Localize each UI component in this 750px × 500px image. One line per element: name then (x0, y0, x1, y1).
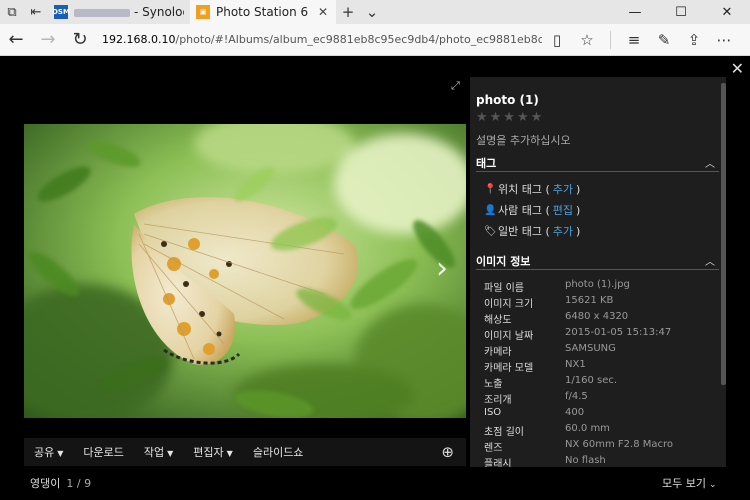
rating-stars[interactable]: ★★★★★ (476, 110, 544, 125)
refresh-icon[interactable]: ↻ (64, 24, 96, 56)
caret-down-icon: ▼ (57, 449, 64, 458)
info-row: 카메라 SAMSUNG (484, 343, 616, 358)
view-all-button[interactable]: 모두 보기 ⌄ (662, 475, 717, 491)
info-row: 조리개 f/4.5 (484, 391, 588, 406)
info-row: 이미지 크기 15621 KB (484, 295, 614, 310)
person-icon: 👤 (484, 204, 497, 216)
slideshow-button[interactable]: 슬라이드쇼 (243, 444, 314, 460)
reading-view-icon[interactable]: ▯ (542, 24, 572, 56)
maximize-icon[interactable]: ☐ (658, 0, 704, 24)
image-info-section-header[interactable]: 이미지 정보 ︿ (476, 252, 719, 270)
photo-image[interactable] (24, 124, 466, 418)
caret-down-icon: ▼ (167, 449, 174, 458)
info-row: 렌즈 NX 60mm F2.8 Macro (484, 439, 673, 454)
info-row: 카메라 모델 NX1 (484, 359, 586, 374)
back-icon[interactable]: ← (0, 24, 32, 56)
share-icon[interactable]: ⇪ (679, 24, 709, 56)
chevron-down-icon: ⌄ (708, 480, 717, 490)
tab-title: - Synology DiskSt (134, 5, 184, 19)
more-icon[interactable]: ⋯ (709, 24, 739, 56)
photo-viewer: ✕ ⤢ › 공유 ▼ 다운로드 작업 ▼ 편집자 ▼ 슬라이드쇼 ⊕ 영댕이 1… (0, 57, 750, 500)
edit-people-tag-link[interactable]: 편집 (553, 202, 573, 218)
info-row: 초점 길이 60.0 mm (484, 423, 610, 438)
dsm-favicon-icon: DSM (52, 5, 70, 19)
share-menu-button[interactable]: 공유 ▼ (24, 444, 73, 460)
tab-title: Photo Station 6 (216, 5, 309, 19)
info-row: ISO 400 (484, 407, 585, 418)
tag-icon: 🏷 (484, 225, 497, 237)
tags-section-header[interactable]: 태그 ︿ (476, 154, 719, 172)
panel-scrollbar[interactable] (721, 83, 726, 385)
blurred-text (74, 8, 130, 17)
favorite-star-icon[interactable]: ☆ (572, 24, 602, 56)
new-tab-icon[interactable]: + (336, 0, 360, 24)
close-viewer-icon[interactable]: ✕ (731, 59, 744, 78)
minimize-icon[interactable]: — (612, 0, 658, 24)
close-window-icon[interactable]: ✕ (704, 0, 750, 24)
address-bar: ← → ↻ 192.168.0.10/photo/#!Albums/album_… (0, 24, 750, 56)
info-panel: photo (1) ★★★★★ 설명을 추가하십시오 태그 ︿ 📍 위치 태그 … (470, 77, 726, 467)
chevron-up-icon[interactable]: ︿ (705, 253, 715, 268)
tab-synology-diskstation[interactable]: DSM - Synology DiskSt (48, 0, 190, 24)
tab-manager-icon[interactable]: ⧉ (0, 0, 24, 24)
info-row: 노출 1/160 sec. (484, 375, 618, 390)
photo-title: photo (1) (476, 93, 539, 107)
viewer-toolbar: 공유 ▼ 다운로드 작업 ▼ 편집자 ▼ 슬라이드쇼 ⊕ (24, 438, 466, 466)
forward-icon[interactable]: → (32, 24, 64, 56)
add-general-tag-link[interactable]: 추가 (553, 223, 573, 239)
set-aside-tabs-icon[interactable]: ⇤ (24, 0, 48, 24)
browser-tab-bar: ⧉ ⇤ DSM - Synology DiskSt ▣ Photo Statio… (0, 0, 750, 24)
chevron-up-icon[interactable]: ︿ (705, 155, 715, 170)
hub-menu-icon[interactable]: ≡ (619, 24, 649, 56)
url-field[interactable]: 192.168.0.10/photo/#!Albums/album_ec9881… (102, 33, 542, 46)
general-tag-row: 🏷 일반 태그 (추가) (484, 223, 581, 239)
people-tag-row: 👤 사람 태그 (편집) (484, 202, 581, 218)
zoom-in-icon[interactable]: ⊕ (441, 443, 454, 461)
expand-icon[interactable]: ⤢ (451, 79, 460, 93)
tab-photo-station[interactable]: ▣ Photo Station 6 ✕ (190, 0, 336, 24)
location-tag-row: 📍 위치 태그 (추가) (484, 181, 581, 197)
butterfly-photo (24, 124, 466, 418)
info-row: 해상도 6480 x 4320 (484, 311, 629, 326)
close-tab-icon[interactable]: ✕ (316, 5, 330, 19)
caret-down-icon: ▼ (226, 449, 233, 458)
web-note-icon[interactable]: ✎ (649, 24, 679, 56)
info-row: 파일 이름 photo (1).jpg (484, 279, 630, 294)
photo-counter: 영댕이 1 / 9 (30, 477, 92, 490)
location-pin-icon: 📍 (484, 183, 497, 195)
photo-station-favicon-icon: ▣ (196, 5, 210, 19)
editor-menu-button[interactable]: 편집자 ▼ (183, 444, 243, 460)
download-button[interactable]: 다운로드 (73, 444, 133, 460)
divider (610, 30, 611, 49)
chevron-down-icon[interactable]: ⌄ (360, 0, 384, 24)
next-photo-icon[interactable]: › (436, 251, 448, 286)
info-row: 이미지 날짜 2015-01-05 15:13:47 (484, 327, 672, 342)
description-input[interactable]: 설명을 추가하십시오 (476, 132, 571, 148)
add-location-tag-link[interactable]: 추가 (553, 181, 573, 197)
info-row: 플래시 No flash (484, 455, 606, 467)
action-menu-button[interactable]: 작업 ▼ (134, 444, 183, 460)
